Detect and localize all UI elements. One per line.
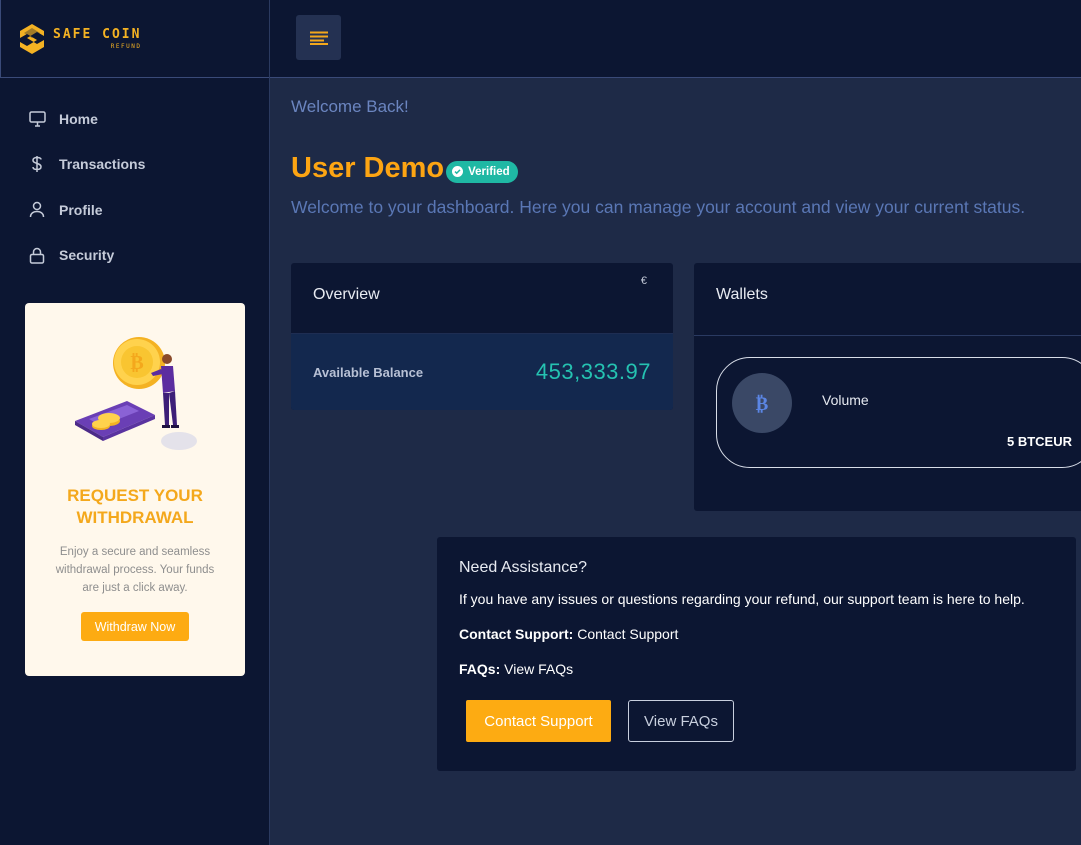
- menu-toggle-button[interactable]: [296, 15, 341, 60]
- assistance-title: Need Assistance?: [459, 559, 588, 576]
- sidebar: SAFE COIN REFUND Home Transactions Profi…: [0, 0, 270, 845]
- verified-label: Verified: [468, 165, 510, 178]
- available-balance-label: Available Balance: [313, 364, 424, 380]
- withdraw-now-button[interactable]: Withdraw Now: [81, 612, 189, 641]
- sidebar-item-profile[interactable]: Profile: [0, 187, 269, 233]
- view-faqs-button[interactable]: View FAQs: [628, 700, 734, 742]
- promo-description: Enjoy a secure and seamless withdrawal p…: [55, 546, 215, 594]
- brand-logo[interactable]: SAFE COIN REFUND: [0, 0, 269, 78]
- sidebar-item-label: Security: [59, 247, 115, 264]
- overview-card: Overview € Available Balance 453,333.97: [291, 263, 673, 410]
- contact-support-line: Contact Support: Contact Support: [459, 626, 1054, 642]
- overview-title: Overview: [313, 286, 380, 303]
- welcome-description: Welcome to your dashboard. Here you can …: [291, 197, 1026, 217]
- sidebar-item-label: Home: [59, 110, 98, 127]
- currency-symbol: €: [640, 275, 647, 287]
- svg-text:₿: ₿: [756, 393, 769, 413]
- sidebar-item-home[interactable]: Home: [0, 96, 269, 142]
- wallets-title: Wallets: [694, 263, 1081, 336]
- sidebar-item-label: Transactions: [59, 156, 146, 173]
- contact-support-button[interactable]: Contact Support: [466, 700, 611, 742]
- contact-support-label: Contact Support:: [459, 626, 574, 642]
- svg-text:₿: ₿: [130, 350, 143, 374]
- faqs-label: FAQs:: [459, 661, 501, 677]
- topbar: [270, 0, 1081, 78]
- sidebar-item-label: Profile: [59, 201, 103, 218]
- view-faqs-link[interactable]: View FAQs: [504, 661, 573, 677]
- sidebar-item-transactions[interactable]: Transactions: [0, 142, 269, 188]
- check-circle-icon: [452, 166, 464, 177]
- available-balance-value: 453,333.97: [535, 359, 651, 384]
- wallet-volume-value: 5 BTCEUR: [1006, 434, 1072, 449]
- withdrawal-illustration: ₿: [75, 337, 197, 450]
- wallet-volume-label: Volume: [822, 392, 869, 408]
- page-title: User Demo Verified: [291, 152, 518, 185]
- dollar-icon: [28, 155, 46, 173]
- wallet-item[interactable]: ₿ Volume 5 BTCEUR: [716, 357, 1081, 468]
- assistance-actions: Contact Support View FAQs: [466, 700, 734, 742]
- menu-icon: [309, 31, 328, 45]
- bitcoin-icon: ₿: [732, 373, 792, 433]
- monitor-icon: [28, 110, 46, 128]
- wallets-card: Wallets ₿ Volume 5 BTCEUR: [694, 263, 1081, 511]
- welcome-back-text: Welcome Back!: [291, 97, 409, 116]
- verified-badge: Verified: [446, 160, 518, 183]
- withdrawal-promo-card: ₿ REQUEST YOUR WITHDRAWAL Enjoy a secure…: [25, 303, 245, 676]
- contact-support-link[interactable]: Contact Support: [577, 626, 678, 642]
- safecoin-logo-icon: [20, 23, 44, 54]
- promo-title: REQUEST YOUR WITHDRAWAL: [67, 486, 203, 527]
- assistance-card: Need Assistance? If you have any issues …: [437, 537, 1076, 771]
- assistance-text: If you have any issues or questions rega…: [459, 591, 1025, 607]
- sidebar-nav: Home Transactions Profile Security: [0, 78, 269, 278]
- brand-name: SAFE COIN: [53, 26, 142, 42]
- sidebar-item-security[interactable]: Security: [0, 233, 269, 279]
- lock-icon: [28, 246, 46, 264]
- brand-subtitle: REFUND: [110, 42, 142, 50]
- faqs-line: FAQs: View FAQs: [459, 661, 1054, 677]
- user-icon: [28, 201, 46, 219]
- user-name: User Demo: [291, 152, 445, 184]
